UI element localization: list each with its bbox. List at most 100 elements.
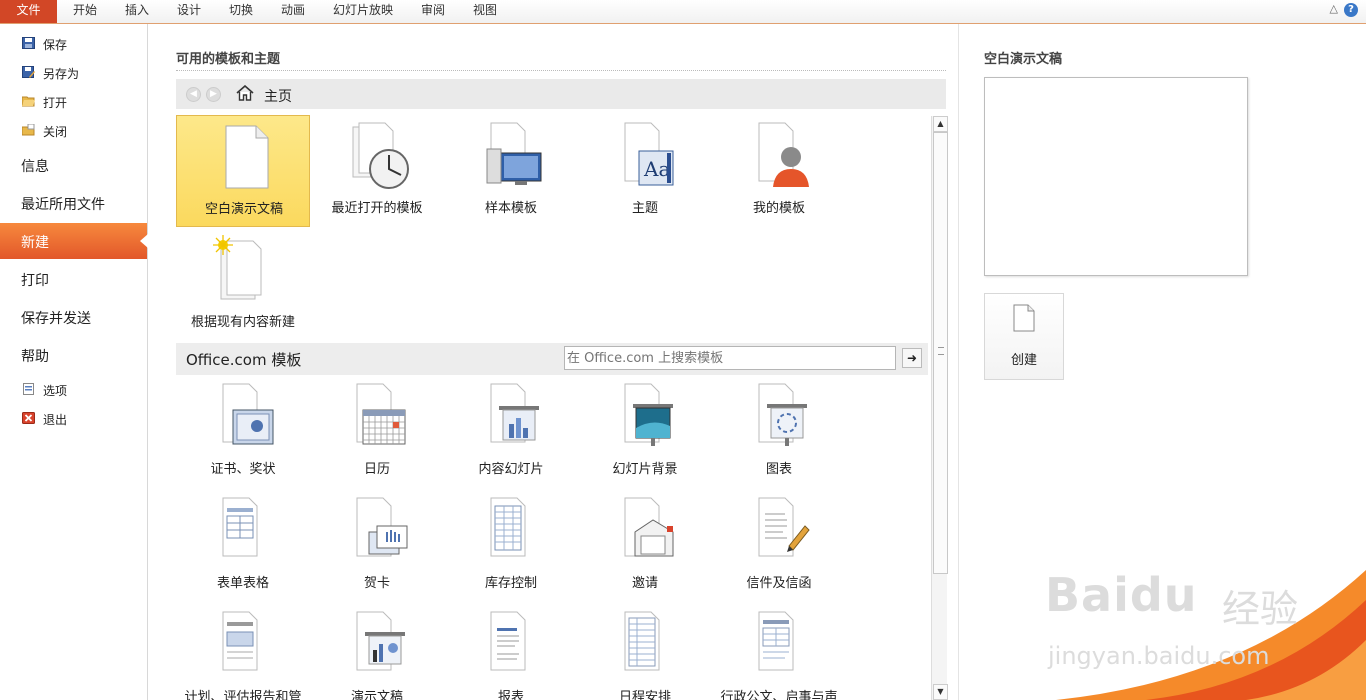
template-label: 贺卡: [363, 576, 390, 591]
sample-templates-icon: [486, 122, 542, 185]
template-diagrams[interactable]: 图表: [712, 376, 846, 488]
nav-close[interactable]: 关闭: [0, 118, 147, 144]
template-label: 报表: [497, 690, 524, 700]
template-inventory[interactable]: 库存控制: [444, 490, 578, 602]
template-slide-backgrounds[interactable]: 幻灯片背景: [578, 376, 712, 488]
help-icon[interactable]: ?: [1344, 3, 1358, 17]
template-letters[interactable]: 信件及信函: [712, 490, 846, 602]
create-button[interactable]: 创建: [984, 293, 1064, 380]
tab-view[interactable]: 视图: [473, 0, 497, 23]
forward-arrow-icon[interactable]: ▶: [206, 87, 221, 102]
template-invitations[interactable]: 邀请: [578, 490, 712, 602]
template-label: 幻灯片背景: [612, 462, 678, 477]
template-recent[interactable]: 最近打开的模板: [310, 115, 444, 227]
nav-open[interactable]: 打开: [0, 89, 147, 115]
template-greeting-cards[interactable]: 贺卡: [310, 490, 444, 602]
template-new-from-existing[interactable]: 根据现有内容新建: [176, 229, 310, 341]
template-label: 日历: [363, 462, 390, 477]
tab-animations[interactable]: 动画: [281, 0, 305, 23]
template-label: 主题: [631, 201, 658, 216]
scroll-down-icon[interactable]: ▼: [933, 684, 948, 700]
template-label: 库存控制: [484, 576, 537, 591]
tab-home[interactable]: 开始: [73, 0, 97, 23]
baidu-watermark-cn: 经验: [1222, 587, 1299, 631]
nav-info-label: 信息: [21, 159, 49, 175]
nav-save-send-label: 保存并发送: [21, 311, 91, 327]
nav-new[interactable]: 新建: [0, 223, 148, 259]
scrollbar-grip-icon: [938, 347, 944, 355]
template-certificates[interactable]: 证书、奖状: [176, 376, 310, 488]
office-search-input[interactable]: [564, 346, 896, 370]
home-breadcrumb[interactable]: 主页: [264, 86, 292, 106]
nav-options[interactable]: 选项: [0, 377, 147, 403]
template-label: 计划、评估报告和管: [184, 690, 302, 700]
template-label: 内容幻灯片: [478, 462, 544, 477]
template-label: 日程安排: [618, 690, 671, 700]
nav-close-label: 关闭: [43, 125, 68, 139]
nav-exit[interactable]: 退出: [0, 406, 147, 432]
template-my-templates[interactable]: 我的模板: [712, 115, 846, 227]
tab-insert[interactable]: 插入: [125, 0, 149, 23]
nav-recent[interactable]: 最近所用文件: [0, 185, 147, 221]
tab-transitions[interactable]: 切换: [229, 0, 253, 23]
baidu-watermark-url: jingyan.baidu.com: [1048, 642, 1270, 670]
save-icon: [22, 37, 35, 49]
minimize-ribbon-icon[interactable]: △: [1330, 2, 1338, 15]
tab-design[interactable]: 设计: [177, 0, 201, 23]
search-go-arrow-icon[interactable]: ➜: [902, 348, 922, 368]
baidu-watermark-logo: Baidu: [1045, 568, 1198, 622]
scrollbar-thumb[interactable]: [933, 132, 948, 574]
back-arrow-icon[interactable]: ◀: [186, 87, 201, 102]
template-plans[interactable]: 计划、评估报告和管: [176, 604, 310, 700]
templates-scrollbar[interactable]: ▲ ▼: [931, 116, 948, 700]
template-forms[interactable]: 表单表格: [176, 490, 310, 602]
office-templates-title: Office.com 模板: [186, 351, 302, 369]
home-icon[interactable]: [236, 85, 254, 101]
template-samples[interactable]: 样本模板: [444, 115, 578, 227]
nav-save-as[interactable]: 另存为: [0, 60, 147, 86]
scroll-up-icon[interactable]: ▲: [933, 116, 948, 132]
template-themes[interactable]: Aa 主题: [578, 115, 712, 227]
close-folder-icon: [22, 124, 35, 136]
template-presentations[interactable]: 演示文稿: [310, 604, 444, 700]
nav-save-as-label: 另存为: [43, 67, 80, 81]
plans-icon: [222, 611, 258, 671]
greeting-card-icon: [356, 497, 408, 557]
exit-icon: [22, 412, 35, 424]
nav-save-send[interactable]: 保存并发送: [0, 299, 147, 335]
recent-templates-icon: [352, 122, 409, 189]
template-blank-presentation[interactable]: 空白演示文稿: [176, 115, 310, 227]
nav-print[interactable]: 打印: [0, 261, 147, 297]
create-button-label: 创建: [1010, 353, 1037, 368]
nav-info[interactable]: 信息: [0, 147, 147, 183]
template-notices[interactable]: 行政公文、启事与声: [712, 604, 846, 700]
template-reports[interactable]: 报表: [444, 604, 578, 700]
notices-icon: [758, 611, 794, 671]
tab-review[interactable]: 审阅: [421, 0, 445, 23]
available-templates-title: 可用的模板和主题: [176, 52, 281, 67]
templates-scroll-area: 空白演示文稿 最近打开的模板 样本模板 Aa 主题 我的模板 根据现有内容新建 …: [176, 114, 946, 700]
templates-panel: 可用的模板和主题 ◀ ▶ 主页 空白演示文稿 最近打开的模板 样本模板 Aa 主…: [148, 24, 958, 700]
tab-slideshow[interactable]: 幻灯片放映: [333, 0, 393, 23]
content-slides-icon: [490, 383, 539, 443]
office-templates-bar: Office.com 模板 ➜: [176, 343, 928, 375]
nav-save-label: 保存: [43, 38, 68, 52]
svg-text:Aa: Aa: [643, 157, 670, 181]
nav-save[interactable]: 保存: [0, 31, 147, 57]
template-schedules[interactable]: 日程安排: [578, 604, 712, 700]
preview-title: 空白演示文稿: [984, 52, 1063, 67]
template-breadcrumb-bar: ◀ ▶ 主页: [176, 79, 946, 109]
template-calendars[interactable]: 日历: [310, 376, 444, 488]
nav-new-label: 新建: [21, 235, 49, 251]
nav-print-label: 打印: [21, 273, 49, 289]
template-label: 行政公文、启事与声: [720, 690, 838, 700]
certificate-icon: [222, 383, 274, 445]
themes-icon: Aa: [624, 122, 674, 186]
nav-help[interactable]: 帮助: [0, 337, 147, 373]
template-label: 邀请: [631, 576, 658, 591]
tab-file[interactable]: 文件: [0, 0, 57, 23]
nav-exit-label: 退出: [43, 413, 68, 427]
template-content-slides[interactable]: 内容幻灯片: [444, 376, 578, 488]
nav-recent-label: 最近所用文件: [21, 197, 105, 213]
calendar-icon: [356, 383, 406, 445]
